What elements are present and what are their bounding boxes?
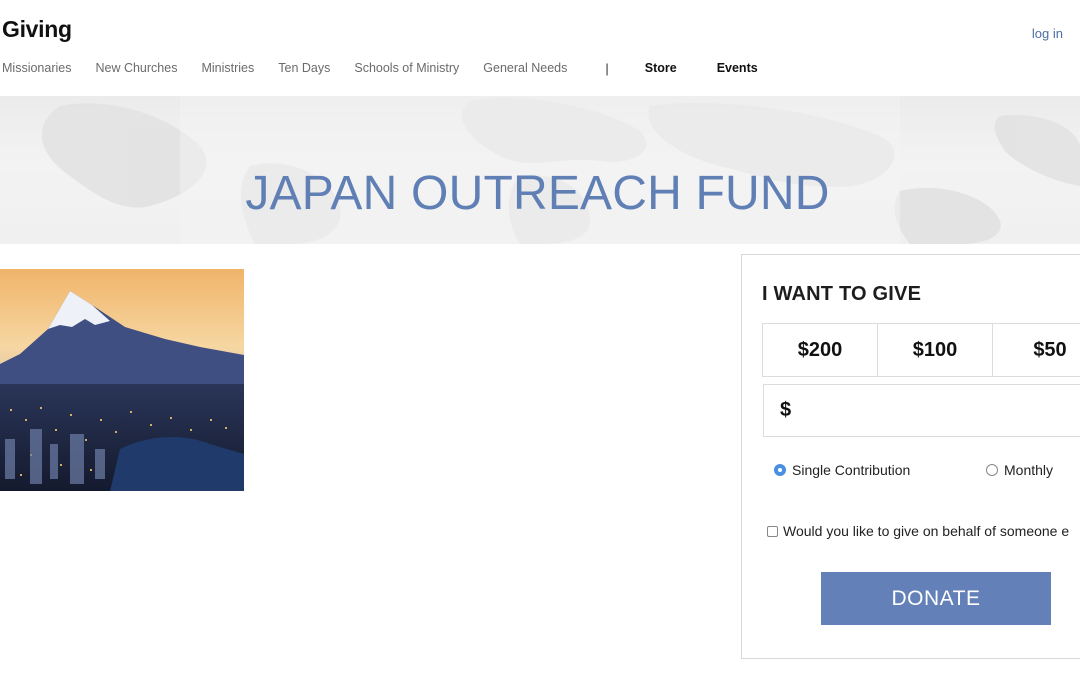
nav-item-events[interactable]: Events [717,61,758,75]
amount-button-200[interactable]: $200 [763,324,878,376]
hero-title: JAPAN OUTREACH FUND [245,167,830,221]
nav-item-schools-of-ministry[interactable]: Schools of Ministry [354,61,459,75]
nav-item-new-churches[interactable]: New Churches [95,61,177,75]
donate-button[interactable]: DONATE [821,572,1051,625]
currency-symbol: $ [780,399,792,421]
nav-item-store[interactable]: Store [645,61,677,75]
radio-single-contribution[interactable]: Single Contribution [774,462,910,478]
radio-selected-icon[interactable] [774,464,786,476]
brand-title: Giving [2,16,72,42]
amount-button-100[interactable]: $100 [878,324,993,376]
give-panel-title: I WANT TO GIVE [762,283,922,305]
radio-monthly[interactable]: Monthly [986,462,1053,478]
amount-button-50[interactable]: $50 [993,324,1080,376]
radio-label-monthly: Monthly [1004,462,1054,478]
custom-amount-input[interactable] [804,393,1080,429]
custom-amount-field: $ [763,384,1080,437]
login-link[interactable]: log in [1032,26,1063,41]
nav-item-missionaries[interactable]: Missionaries [2,61,71,75]
mount-fuji-city-photo [0,269,244,491]
nav-item-ten-days[interactable]: Ten Days [278,61,330,75]
radio-label-single: Single Contribution [792,462,911,478]
nav-item-ministries[interactable]: Ministries [201,61,254,75]
give-panel: I WANT TO GIVE $200 $100 $50 $ Single Co… [741,254,1080,659]
nav-item-general-needs[interactable]: General Needs [483,61,567,75]
radio-unselected-icon[interactable] [986,464,998,476]
on-behalf-label: Would you like to give on behalf of some… [783,523,1070,539]
on-behalf-checkbox-row[interactable]: Would you like to give on behalf of some… [767,523,1069,539]
on-behalf-checkbox[interactable] [767,525,778,537]
hero-banner: JAPAN OUTREACH FUND [0,96,1080,244]
main-nav: Missionaries New Churches Ministries Ten… [2,60,798,76]
nav-separator: | [605,60,609,76]
fuji-photo-illustration [0,269,244,491]
amount-options: $200 $100 $50 [762,323,1080,377]
